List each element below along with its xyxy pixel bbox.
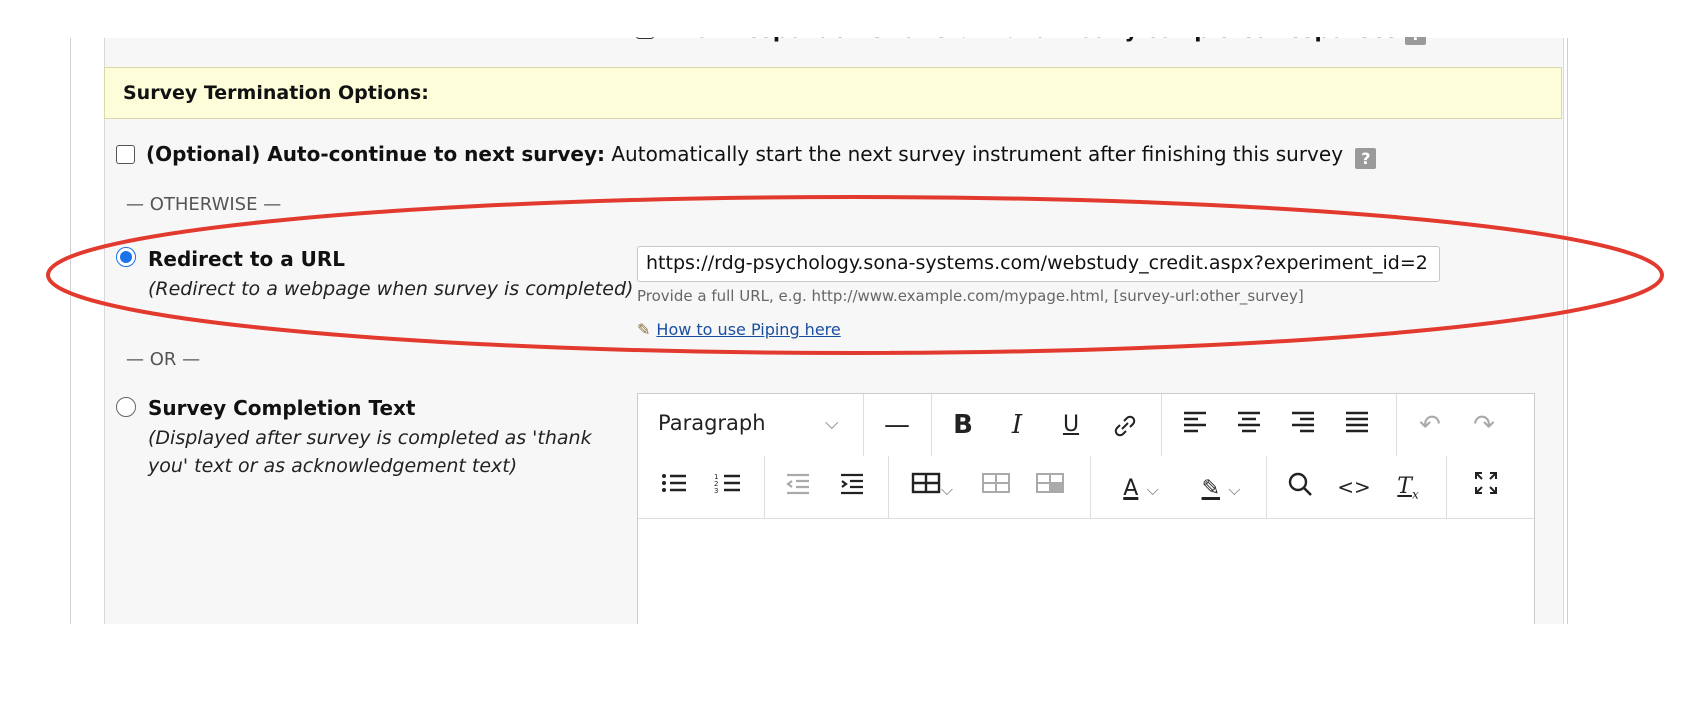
allow-return-checkbox[interactable] bbox=[636, 37, 654, 39]
bullet-list-icon[interactable] bbox=[656, 470, 692, 504]
rich-text-editor[interactable]: Paragraph ⌵ — B I U ↶ ↷ 123 ⌵ A ⌵ ✎ ⌵ <>… bbox=[637, 393, 1535, 635]
table-cell-icon[interactable] bbox=[1030, 470, 1070, 504]
numbered-list-icon[interactable]: 123 bbox=[710, 470, 746, 504]
auto-continue-description: Automatically start the next survey inst… bbox=[605, 142, 1344, 166]
color-group: A ⌵ ✎ ⌵ bbox=[1090, 456, 1267, 518]
auto-continue-checkbox[interactable] bbox=[116, 145, 135, 164]
clear-format-icon[interactable]: Tx bbox=[1388, 470, 1428, 504]
auto-continue-row: (Optional) Auto-continue to next survey:… bbox=[116, 142, 1377, 169]
link-icon[interactable] bbox=[1107, 408, 1143, 442]
underline-icon[interactable]: U bbox=[1053, 408, 1089, 442]
section-title: Survey Termination Options: bbox=[123, 82, 429, 104]
indent-group bbox=[764, 456, 889, 518]
svg-text:3: 3 bbox=[714, 487, 718, 495]
allow-return-label: Allow respondents to return and modify c… bbox=[664, 18, 1399, 42]
or-separator: — OR — bbox=[126, 349, 201, 370]
italic-icon[interactable]: I bbox=[999, 408, 1035, 442]
align-right-icon[interactable] bbox=[1283, 408, 1323, 442]
url-hint: Provide a full URL, e.g. http://www.exam… bbox=[637, 287, 1304, 305]
chevron-down-icon: ⌵ bbox=[825, 413, 839, 434]
indent-icon[interactable] bbox=[834, 470, 870, 504]
redo-icon[interactable]: ↷ bbox=[1464, 408, 1504, 442]
table-icon[interactable]: ⌵ bbox=[902, 470, 962, 504]
source-code-icon[interactable]: <> bbox=[1334, 470, 1374, 504]
align-center-icon[interactable] bbox=[1229, 408, 1269, 442]
otherwise-separator: — OTHERWISE — bbox=[126, 194, 282, 215]
redirect-url-input[interactable]: https://rdg-psychology.sona-systems.com/… bbox=[637, 246, 1440, 282]
highlight-color-icon[interactable]: ✎ ⌵ bbox=[1186, 470, 1256, 504]
alignment-group bbox=[1161, 394, 1397, 456]
pencil-icon: ✎ bbox=[637, 320, 651, 339]
redirect-url-description: (Redirect to a webpage when survey is co… bbox=[148, 278, 634, 300]
help-icon[interactable]: ? bbox=[1355, 148, 1377, 169]
bottom-margin bbox=[0, 624, 1698, 706]
allow-return-option[interactable]: Allow respondents to return and modify c… bbox=[636, 18, 1427, 45]
editor-toolbar-row-2: 123 ⌵ A ⌵ ✎ ⌵ <> Tx bbox=[638, 456, 1534, 519]
block-format-select[interactable]: Paragraph ⌵ bbox=[638, 394, 864, 456]
completion-text-description: (Displayed after survey is completed as … bbox=[148, 427, 592, 477]
completion-text-title: Survey Completion Text bbox=[148, 396, 416, 420]
view-group bbox=[1446, 456, 1534, 518]
piping-help-link[interactable]: How to use Piping here bbox=[656, 320, 840, 339]
text-style-group: B I U bbox=[931, 394, 1162, 456]
editor-toolbar-row-1: Paragraph ⌵ — B I U ↶ ↷ bbox=[638, 394, 1534, 457]
bold-icon[interactable]: B bbox=[945, 408, 981, 442]
completion-text-radio[interactable] bbox=[116, 397, 136, 417]
horizontal-rule-group: — bbox=[863, 394, 932, 456]
piping-help: ✎ How to use Piping here bbox=[637, 320, 841, 339]
table-row-icon[interactable] bbox=[976, 470, 1016, 504]
redirect-url-title: Redirect to a URL bbox=[148, 247, 346, 271]
search-icon[interactable] bbox=[1280, 470, 1320, 504]
help-icon[interactable]: ? bbox=[1405, 37, 1427, 45]
redirect-url-radio[interactable] bbox=[116, 247, 136, 267]
text-color-icon[interactable]: A ⌵ bbox=[1106, 470, 1176, 504]
tools-group: <> Tx bbox=[1266, 456, 1447, 518]
table-group: ⌵ bbox=[888, 456, 1091, 518]
auto-continue-label: (Optional) Auto-continue to next survey: bbox=[146, 142, 606, 166]
list-group: 123 bbox=[638, 456, 765, 518]
justify-icon[interactable] bbox=[1337, 408, 1377, 442]
block-format-label: Paragraph bbox=[658, 411, 766, 435]
fullscreen-icon[interactable] bbox=[1466, 470, 1506, 504]
section-header: Survey Termination Options: bbox=[104, 67, 1562, 119]
history-group: ↶ ↷ bbox=[1396, 394, 1534, 456]
undo-icon[interactable]: ↶ bbox=[1410, 408, 1450, 442]
align-left-icon[interactable] bbox=[1175, 408, 1215, 442]
horizontal-rule-icon[interactable]: — bbox=[879, 408, 915, 442]
editor-content-area[interactable] bbox=[638, 519, 1534, 634]
outdent-icon[interactable] bbox=[780, 470, 816, 504]
